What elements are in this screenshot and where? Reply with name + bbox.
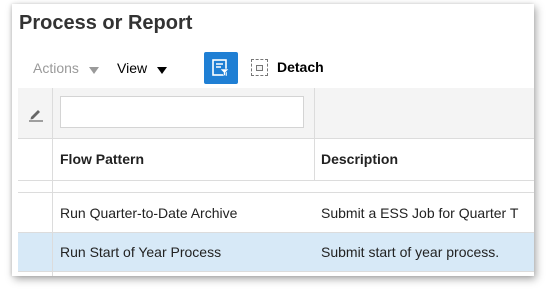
detach-icon [251, 59, 268, 76]
actions-menu-label: Actions [33, 60, 79, 76]
table-row[interactable]: Run Quarter-to-Date Archive Submit a ESS… [18, 194, 534, 232]
chevron-down-icon [156, 61, 167, 77]
table-header-row: Flow Pattern Description [18, 139, 534, 179]
column-divider [314, 88, 315, 180]
pencil-icon[interactable] [28, 108, 44, 127]
description-cell: Submit a ESS Job for Quarter T [321, 205, 519, 221]
filter-row [18, 88, 534, 138]
flow-pattern-filter-input[interactable] [60, 96, 304, 128]
flow-pattern-cell: Run Quarter-to-Date Archive [60, 205, 238, 221]
row-header-divider [52, 88, 53, 276]
toolbar: Actions View Detach [12, 52, 534, 88]
column-header-description[interactable]: Description [321, 151, 398, 167]
table-row-selected[interactable]: Run Start of Year Process Submit start o… [18, 233, 534, 271]
view-menu-label: View [117, 60, 148, 76]
page-title: Process or Report [19, 12, 193, 34]
process-or-report-panel: Process or Report Actions View Detach Fl… [12, 4, 534, 276]
column-header-flow-pattern[interactable]: Flow Pattern [60, 151, 144, 167]
flow-pattern-table: Flow Pattern Description Run Quarter-to-… [18, 88, 534, 276]
grid-divider [18, 271, 534, 272]
grid-divider [18, 192, 534, 193]
description-cell: Submit start of year process. [321, 244, 500, 260]
query-by-example-icon [212, 59, 230, 77]
actions-menu[interactable]: Actions [33, 60, 99, 77]
view-menu[interactable]: View [117, 60, 167, 77]
chevron-down-icon [88, 61, 99, 77]
detach-label: Detach [277, 59, 324, 75]
query-by-example-button[interactable] [204, 52, 238, 84]
grid-divider [18, 180, 534, 181]
flow-pattern-cell: Run Start of Year Process [60, 244, 222, 260]
